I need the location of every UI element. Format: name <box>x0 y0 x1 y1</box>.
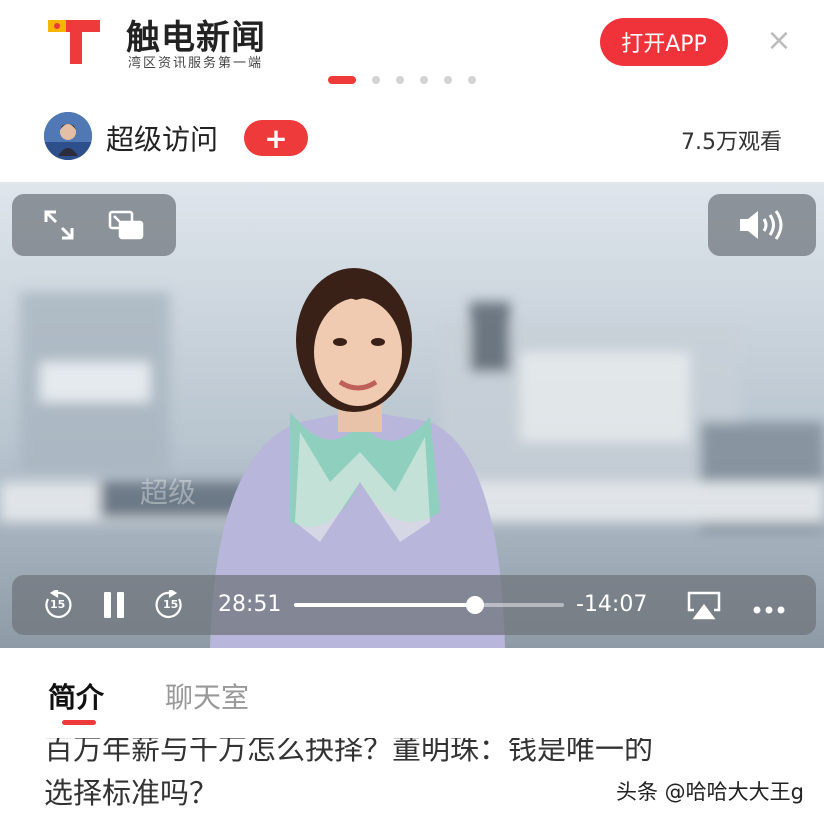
elapsed-time: 28:51 <box>218 592 282 617</box>
rewind-15-icon[interactable]: 15 <box>42 588 72 620</box>
tab-bar <box>0 648 824 744</box>
page-dot <box>396 76 404 84</box>
page-indicator <box>328 76 476 84</box>
airplay-icon[interactable] <box>686 590 722 620</box>
watermark: 头条 @哈哈大大王g <box>615 780 804 804</box>
view-count: 7.5万观看 <box>681 130 782 155</box>
page-dot <box>420 76 428 84</box>
forward-15-icon[interactable]: 15 <box>155 588 185 620</box>
close-icon[interactable]: × <box>764 26 794 56</box>
forward-seconds: 15 <box>163 598 179 611</box>
video-top-controls <box>12 194 176 256</box>
page-dot <box>468 76 476 84</box>
follow-button[interactable]: + <box>244 120 308 156</box>
app-logo <box>44 16 104 68</box>
volume-icon[interactable] <box>738 208 788 242</box>
svg-text:超级: 超级 <box>140 476 196 509</box>
progress-thumb[interactable] <box>465 596 484 614</box>
page-dot <box>372 76 380 84</box>
page-dot-active <box>328 76 356 84</box>
expand-icon[interactable] <box>42 208 76 242</box>
page-dot <box>444 76 452 84</box>
brand-tagline: 湾区资讯服务第一端 <box>128 56 264 71</box>
active-tab-indicator <box>62 720 96 725</box>
article-title-line2: 选择标准吗？ <box>44 776 219 810</box>
pause-icon[interactable] <box>102 591 126 619</box>
more-icon[interactable] <box>752 600 786 614</box>
remaining-time: -14:07 <box>576 592 648 617</box>
tab-intro[interactable]: 简介 <box>48 676 104 716</box>
channel-name[interactable]: 超级访问 <box>106 118 218 158</box>
channel-avatar[interactable] <box>44 112 92 160</box>
progress-fill <box>294 603 475 607</box>
volume-control[interactable] <box>708 194 816 256</box>
picture-in-picture-icon[interactable] <box>108 210 144 240</box>
open-app-button[interactable]: 打开APP <box>600 18 728 66</box>
tab-chatroom[interactable]: 聊天室 <box>165 676 249 716</box>
rewind-seconds: 15 <box>50 598 66 611</box>
